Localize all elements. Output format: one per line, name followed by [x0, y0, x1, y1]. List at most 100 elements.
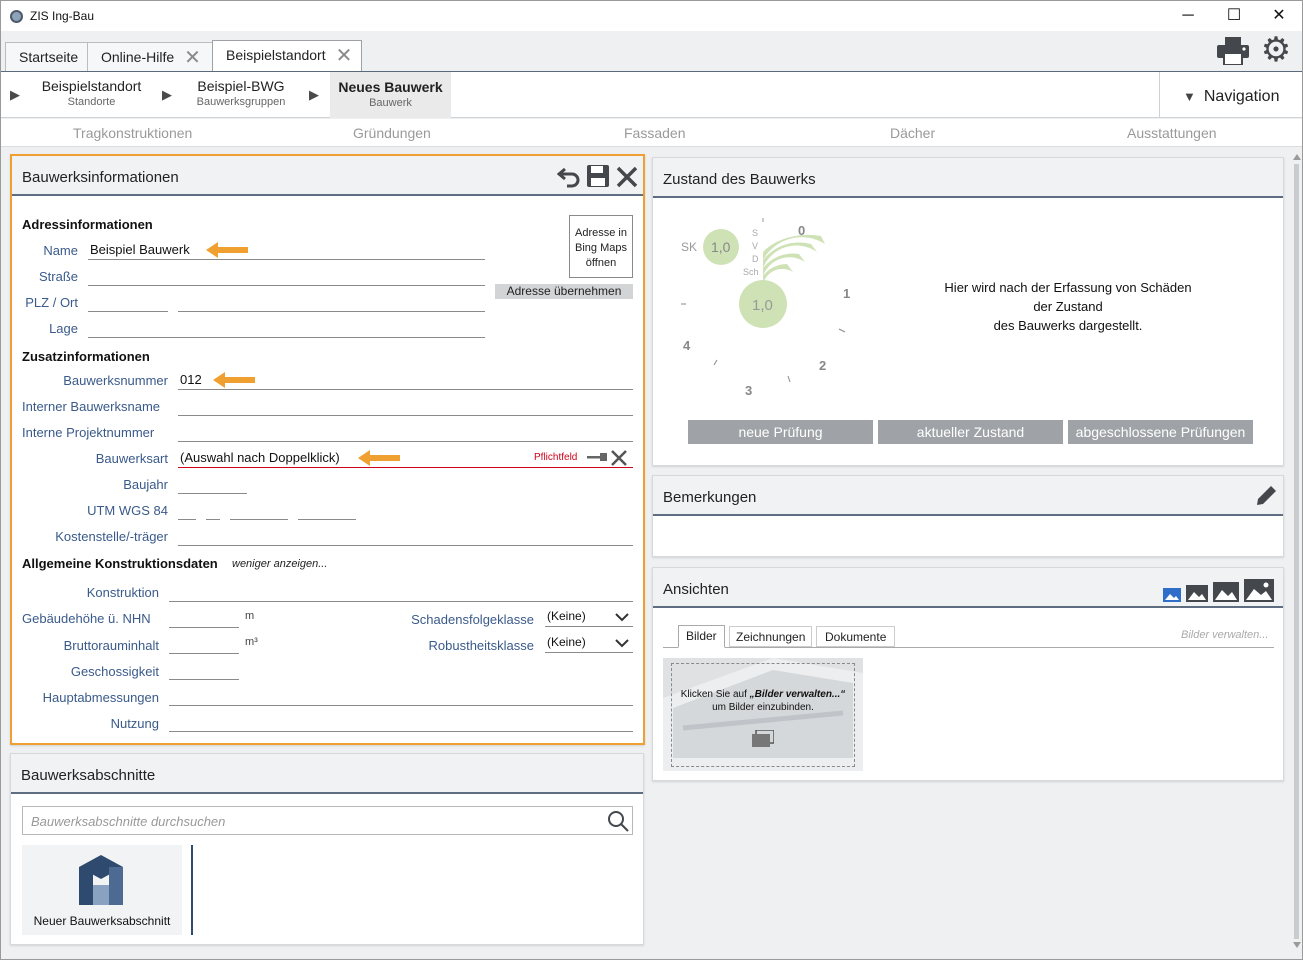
- vertical-scrollbar[interactable]: [1292, 154, 1302, 949]
- tab-bilder[interactable]: Bilder: [678, 625, 725, 648]
- tab-online-hilfe[interactable]: Online-Hilfe ✕: [87, 42, 213, 71]
- close-tab-icon[interactable]: ✕: [184, 44, 201, 73]
- navigation-button[interactable]: ▼ Navigation: [1159, 72, 1302, 118]
- tab-startseite[interactable]: Startseite: [5, 42, 88, 71]
- weniger-anzeigen-link[interactable]: weniger anzeigen...: [232, 558, 327, 570]
- breadcrumb-bauwerk[interactable]: Neues Bauwerk Bauwerk: [330, 72, 451, 118]
- crumb-subtitle: Standorte: [67, 96, 116, 108]
- baujahr-field[interactable]: [178, 476, 247, 494]
- sections-search-input[interactable]: Bauwerksabschnitte durchsuchen: [22, 806, 633, 835]
- category-daecher[interactable]: Dächer: [890, 125, 935, 141]
- zustand-panel: Zustand des Bauwerks SK 1,0 1,0 S V D Sc…: [652, 157, 1284, 466]
- utm-zone-field[interactable]: [178, 502, 196, 520]
- play-arrow-icon: ▶: [309, 87, 319, 102]
- street-field[interactable]: [88, 268, 485, 286]
- search-icon[interactable]: [607, 810, 629, 832]
- breadcrumb-standort[interactable]: Beispielstandort Standorte: [29, 78, 154, 108]
- breadcrumb: ▶ Beispielstandort Standorte ▶ Beispiel-…: [1, 71, 1302, 118]
- panel-title: Zustand des Bauwerks: [663, 171, 816, 188]
- letter-v: V: [752, 241, 759, 251]
- category-bar: Tragkonstruktionen Gründungen Fassaden D…: [1, 119, 1302, 147]
- category-tragkonstruktionen[interactable]: Tragkonstruktionen: [73, 125, 192, 141]
- utm-northing-field[interactable]: [298, 502, 356, 520]
- play-arrow-icon: ▶: [162, 87, 172, 102]
- crumb-subtitle: Bauwerk: [369, 97, 412, 109]
- new-inspection-button[interactable]: neue Prüfung: [688, 420, 873, 444]
- current-condition-button[interactable]: aktueller Zustand: [878, 420, 1063, 444]
- gebaeudehoehe-label: Gebäudehöhe ü. NHN: [22, 611, 151, 626]
- konstruktion-label: Konstruktion: [86, 585, 159, 600]
- completed-inspections-button[interactable]: abgeschlossene Prüfungen: [1068, 420, 1253, 444]
- lage-field[interactable]: [88, 320, 485, 338]
- geschossigkeit-label: Geschossigkeit: [70, 664, 159, 679]
- key-icon[interactable]: [587, 452, 607, 462]
- gebaeudehoehe-field[interactable]: [169, 610, 239, 628]
- settings-gear-icon[interactable]: ⚙: [1259, 33, 1293, 67]
- print-icon[interactable]: [1217, 37, 1249, 65]
- image-placeholder[interactable]: Klicken Sie auf „Bilder verwalten...“ um …: [663, 658, 863, 771]
- plz-field[interactable]: [88, 294, 168, 312]
- scroll-up-icon[interactable]: [1293, 154, 1301, 160]
- bruttorauminhalt-label: Bruttorauminhalt: [63, 638, 159, 653]
- new-section-label: Neuer Bauwerksabschnitt: [33, 914, 171, 928]
- condition-message: Hier wird nach der Erfassung von Schäden…: [903, 278, 1233, 335]
- utm-easting-field[interactable]: [230, 502, 288, 520]
- close-icon[interactable]: [616, 166, 638, 188]
- lage-label: Lage: [49, 321, 78, 336]
- tab-beispielstandort[interactable]: Beispielstandort ✕: [212, 40, 362, 71]
- hauptabmessungen-label: Hauptabmessungen: [42, 690, 159, 705]
- tab-dokumente[interactable]: Dokumente: [816, 626, 896, 647]
- hint-emphasis: „Bilder verwalten...“: [749, 689, 846, 700]
- nutzung-label: Nutzung: [110, 716, 159, 731]
- nutzung-field[interactable]: [169, 714, 633, 732]
- interner-name-label: Interner Bauwerksname: [22, 399, 161, 414]
- navigation-label: Navigation: [1203, 88, 1280, 105]
- address-heading: Adressinformationen: [22, 217, 153, 232]
- konstruktion-field[interactable]: [169, 584, 633, 602]
- tick-0: 0: [798, 223, 806, 238]
- kostenstelle-field[interactable]: [178, 528, 633, 546]
- bruttorauminhalt-field[interactable]: [169, 636, 239, 654]
- ansichten-panel: Ansichten Bilder Zeichnungen Dokumente B…: [652, 567, 1284, 781]
- projektnummer-field[interactable]: [178, 424, 633, 442]
- hauptabmessungen-field[interactable]: [169, 688, 633, 706]
- ort-field[interactable]: [178, 294, 485, 312]
- tab-zeichnungen[interactable]: Zeichnungen: [729, 626, 813, 647]
- minimize-button[interactable]: ─: [1165, 1, 1211, 31]
- breadcrumb-bwg[interactable]: Beispiel-BWG Bauwerksgruppen: [181, 78, 301, 108]
- scrollbar-thumb[interactable]: [1294, 164, 1299, 939]
- image-small-icon[interactable]: [1163, 588, 1181, 602]
- close-tab-icon[interactable]: ✕: [336, 42, 353, 71]
- unit-m: m: [245, 610, 255, 622]
- category-fassaden[interactable]: Fassaden: [624, 125, 685, 141]
- interner-name-field[interactable]: [178, 398, 633, 416]
- adopt-address-button[interactable]: Adresse übernehmen: [495, 284, 633, 299]
- image-medium-icon[interactable]: [1186, 585, 1208, 602]
- scroll-down-icon[interactable]: [1293, 942, 1301, 948]
- sk-value: 1,0: [711, 239, 731, 255]
- close-window-button[interactable]: ✕: [1256, 1, 1302, 31]
- undo-icon[interactable]: [557, 165, 581, 189]
- maximize-button[interactable]: ☐: [1211, 1, 1257, 31]
- panel-header: Bauwerksabschnitte: [11, 754, 643, 794]
- save-icon[interactable]: [586, 164, 610, 188]
- image-large-icon[interactable]: [1213, 582, 1239, 602]
- bauwerksabschnitte-panel: Bauwerksabschnitte Bauwerksabschnitte du…: [10, 753, 644, 945]
- condition-value: 1,0: [752, 297, 773, 314]
- utm-band-field[interactable]: [206, 502, 220, 520]
- crumb-subtitle: Bauwerksgruppen: [196, 96, 286, 108]
- bing-maps-button[interactable]: Adresse in Bing Maps öffnen: [569, 215, 633, 278]
- manage-images-link[interactable]: Bilder verwalten...: [1181, 629, 1268, 641]
- orange-arrow-icon: [213, 372, 255, 388]
- category-ausstattungen[interactable]: Ausstattungen: [1127, 125, 1217, 141]
- clear-icon[interactable]: [610, 449, 628, 467]
- tab-bar: Startseite Online-Hilfe ✕ Beispielstandor…: [1, 31, 1302, 71]
- name-field[interactable]: Beispiel Bauwerk: [88, 242, 485, 260]
- new-section-tile[interactable]: Neuer Bauwerksabschnitt: [22, 845, 182, 935]
- geschossigkeit-field[interactable]: [169, 662, 239, 680]
- image-xlarge-icon[interactable]: [1244, 579, 1274, 602]
- edit-pencil-icon[interactable]: [1254, 484, 1278, 508]
- category-gruendungen[interactable]: Gründungen: [353, 125, 431, 141]
- divider: [191, 845, 193, 935]
- required-field-hint: Pflichtfeld: [534, 452, 578, 463]
